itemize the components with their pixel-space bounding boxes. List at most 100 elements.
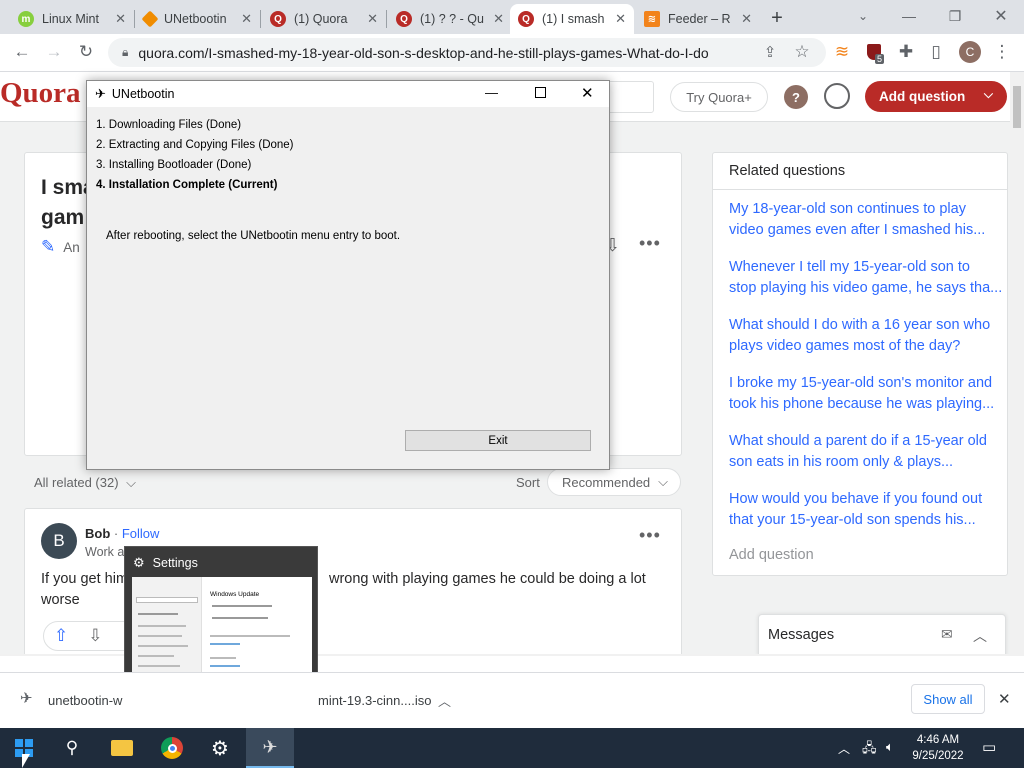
close-tab-icon[interactable]: ✕ <box>493 11 504 27</box>
unetbootin-taskbar-icon[interactable]: ✈ <box>246 728 294 768</box>
progress-step: 2. Extracting and Copying Files (Done) <box>96 139 294 151</box>
minimize-icon[interactable]: — <box>886 0 932 32</box>
chrome-icon[interactable] <box>148 728 196 768</box>
minimize-icon[interactable]: — <box>485 85 498 100</box>
chevron-down-icon: ⌵ <box>983 87 993 101</box>
messages-panel[interactable]: Messages ✉ ︿ <box>758 614 1006 656</box>
unetbootin-body: 1. Downloading Files (Done) 2. Extractin… <box>87 107 609 469</box>
all-related-filter[interactable]: All related (32) ⌵ <box>34 475 136 491</box>
tab-search-icon[interactable]: ⌄ <box>840 0 886 32</box>
chrome-menu-icon[interactable]: ⋮ <box>988 38 1016 66</box>
close-tab-icon[interactable]: ✕ <box>367 11 378 27</box>
add-question-link[interactable]: Add question <box>729 547 814 563</box>
quora-favicon: Q <box>396 11 412 27</box>
quora-logo[interactable]: Quora <box>0 77 81 110</box>
unetbootin-titlebar[interactable]: ✈ UNetbootin — ✕ <box>87 81 609 107</box>
follow-link[interactable]: Follow <box>122 526 160 541</box>
language-globe-icon[interactable] <box>824 83 850 109</box>
tab-label: Feeder – R <box>668 12 731 26</box>
volume-icon[interactable]: 🔈︎ <box>886 739 894 755</box>
author-name[interactable]: Bob <box>85 526 110 541</box>
rq-line: Whenever I tell my 15-year-old son to <box>729 259 970 275</box>
tab-quora-2[interactable]: Q (1) ? ? - Qu ✕ <box>388 4 512 34</box>
close-tab-icon[interactable]: ✕ <box>615 11 626 27</box>
download-item-unetbootin[interactable]: unetbootin-w <box>48 693 122 708</box>
rq-line: that your 15-year-old son spends his... <box>729 512 976 528</box>
bookmark-star-icon[interactable]: ☆ <box>788 38 816 66</box>
url-text: quora.com/I-smashed-my-18-year-old-son-s… <box>138 44 709 61</box>
tab-quora-active[interactable]: Q (1) I smash ✕ <box>510 4 634 34</box>
rss-favicon: ≋ <box>644 11 660 27</box>
show-all-downloads-button[interactable]: Show all <box>911 684 985 714</box>
exit-button[interactable]: Exit <box>405 430 591 451</box>
file-explorer-icon[interactable] <box>98 728 146 768</box>
reboot-message: After rebooting, select the UNetbootin m… <box>106 230 401 242</box>
help-icon[interactable]: ? <box>784 85 808 109</box>
close-tab-icon[interactable]: ✕ <box>741 11 752 27</box>
reload-icon[interactable]: ↻ <box>72 38 100 66</box>
extensions-puzzle-icon[interactable]: ✚ <box>892 38 920 66</box>
tab-unetbootin[interactable]: UNetbootin ✕ <box>136 4 260 34</box>
search-icon[interactable]: ⚲ <box>48 728 96 768</box>
rq-line: I broke my 15-year-old son's monitor and <box>729 375 993 391</box>
tab-strip: m Linux Mint ✕ UNetbootin ✕ Q (1) Quora … <box>0 0 1024 34</box>
related-question-link[interactable]: What should a parent do if a 15-year old… <box>729 431 1009 473</box>
try-quora-plus-button[interactable]: Try Quora+ <box>670 82 768 112</box>
downvote-icon[interactable]: ⇩ <box>88 626 102 646</box>
forward-icon[interactable]: → <box>40 38 68 66</box>
profile-avatar[interactable]: C <box>956 38 984 66</box>
notifications-icon[interactable]: ▭ <box>982 738 996 756</box>
tab-feeder[interactable]: ≋ Feeder – R ✕ <box>636 4 760 34</box>
chevron-down-icon: ⌵ <box>658 474 669 489</box>
address-bar[interactable]: 🔒︎ quora.com/I-smashed-my-18-year-old-so… <box>108 38 826 67</box>
more-options-icon[interactable]: ••• <box>639 525 661 546</box>
close-window-icon[interactable]: ✕ <box>581 84 594 102</box>
close-window-icon[interactable]: ✕ <box>978 0 1024 32</box>
close-download-bar-icon[interactable]: ✕ <box>998 690 1011 708</box>
chevron-up-icon[interactable]: ︿ <box>973 626 987 646</box>
download-item-mint-iso[interactable]: mint-19.3-cinn....iso <box>318 693 431 708</box>
browser-toolbar: ← → ↻ 🔒︎ quora.com/I-smashed-my-18-year-… <box>0 34 1024 72</box>
vertical-scrollbar[interactable] <box>1010 72 1024 656</box>
answer-button[interactable]: ✎ An <box>41 237 80 257</box>
maximize-icon[interactable] <box>535 87 546 98</box>
share-icon[interactable]: ⇪ <box>756 38 784 66</box>
compose-message-icon[interactable]: ✉ <box>941 626 953 643</box>
network-icon[interactable]: 🖧︎ <box>862 739 877 761</box>
close-tab-icon[interactable]: ✕ <box>241 11 252 27</box>
tab-linux-mint[interactable]: m Linux Mint ✕ <box>10 4 134 34</box>
show-hidden-icons-chevron-icon[interactable]: ︿ <box>838 740 850 757</box>
close-tab-icon[interactable]: ✕ <box>115 11 126 27</box>
side-panel-icon[interactable]: ▯ <box>922 38 950 66</box>
sort-dropdown[interactable]: Recommended ⌵ <box>547 468 681 496</box>
new-tab-button[interactable]: + <box>764 5 790 31</box>
upvote-icon[interactable]: ⇧ <box>54 626 68 646</box>
clock[interactable]: 4:46 AM 9/25/2022 <box>906 732 970 764</box>
clock-time: 4:46 AM <box>916 734 960 746</box>
unetbootin-window: ✈ UNetbootin — ✕ 1. Downloading Files (D… <box>86 80 610 470</box>
add-question-button[interactable]: Add question ⌵ <box>865 81 1007 112</box>
related-questions-card: Related questions My 18-year-old son con… <box>712 152 1008 576</box>
related-question-link[interactable]: How would you behave if you found out tha… <box>729 489 1009 531</box>
related-question-link[interactable]: Whenever I tell my 15-year-old son to sto… <box>729 257 1009 299</box>
progress-step-current: 4. Installation Complete (Current) <box>96 179 278 191</box>
unetbootin-file-icon: ✈ <box>20 690 33 707</box>
settings-gear-icon[interactable]: ⚙ <box>196 728 244 768</box>
tab-quora-1[interactable]: Q (1) Quora ✕ <box>262 4 386 34</box>
chevron-up-icon[interactable]: ︿ <box>438 691 451 710</box>
related-question-link[interactable]: My 18-year-old son continues to play vide… <box>729 199 1009 241</box>
related-question-link[interactable]: What should I do with a 16 year son who p… <box>729 315 1009 357</box>
more-options-icon[interactable]: ••• <box>639 233 661 254</box>
progress-step: 1. Downloading Files (Done) <box>96 119 242 131</box>
rss-extension-icon[interactable]: ≋ <box>828 38 856 66</box>
answer-card: B Bob · Follow Work at a grocery store ·… <box>24 508 682 656</box>
restore-icon[interactable]: ❐ <box>932 0 978 32</box>
shield-extension-icon[interactable]: 5 <box>860 38 888 66</box>
rq-line: son eats in his room only & plays... <box>729 454 954 470</box>
related-question-link[interactable]: I broke my 15-year-old son's monitor and… <box>729 373 1009 415</box>
all-related-label: All related (32) <box>34 475 119 490</box>
preview-title: ⚙ Settings <box>133 555 198 571</box>
avatar[interactable]: B <box>41 523 77 559</box>
sort-value: Recommended <box>562 474 651 490</box>
back-icon[interactable]: ← <box>8 38 36 66</box>
